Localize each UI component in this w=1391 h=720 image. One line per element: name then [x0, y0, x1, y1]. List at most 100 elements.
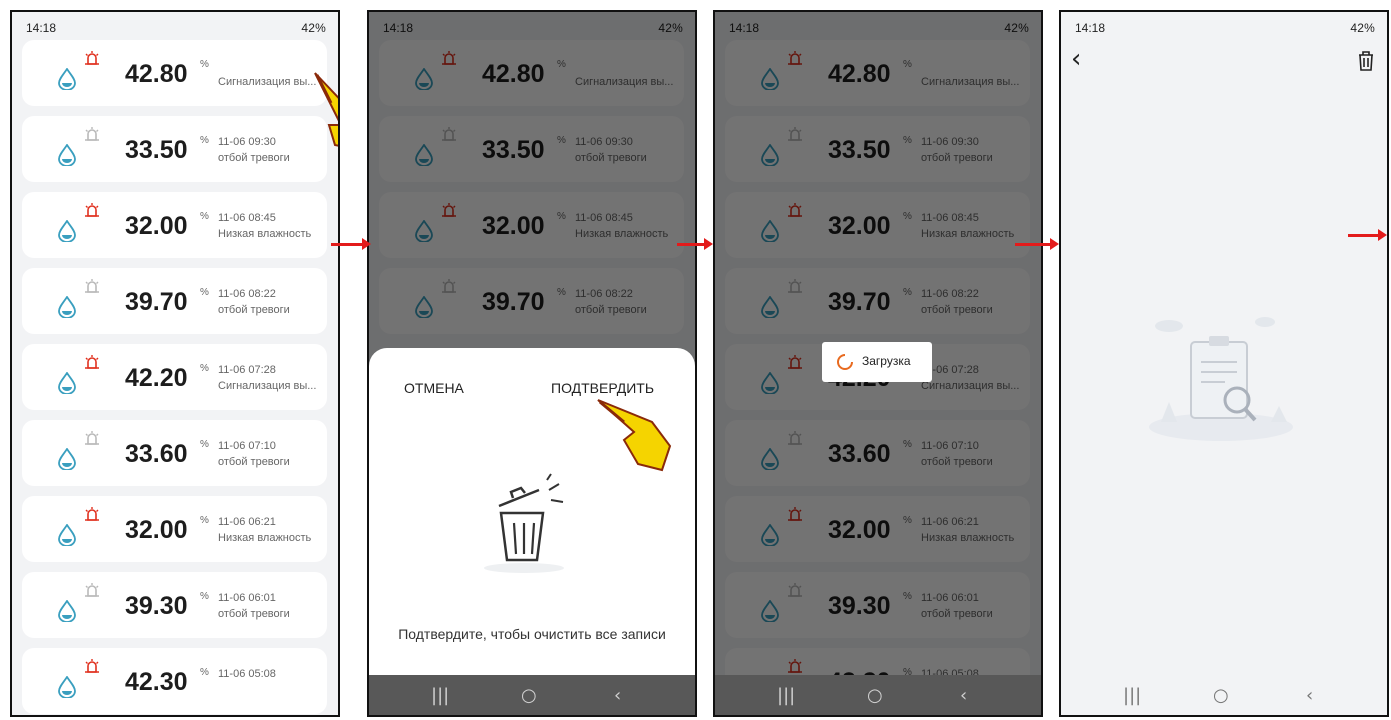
screen-empty: 14:18 42% ‹ ||| ○ ‹: [1059, 10, 1389, 717]
status-bar: 14:18 42%: [12, 12, 338, 42]
siren-icon: [85, 279, 99, 293]
record-card[interactable]: 33.50% 11-06 09:30 отбой тревоги: [22, 116, 327, 182]
pointing-hand-icon: [314, 72, 338, 147]
humidity-value: 32.00: [125, 516, 188, 544]
siren-icon: [85, 507, 99, 521]
record-card[interactable]: 42.30% 11-06 05:08: [22, 648, 327, 714]
loading-toast: Загрузка: [822, 342, 932, 382]
screen-loading: 14:18 42% ‹ 42.80%Сигнализация вы...33.5…: [713, 10, 1043, 717]
transition-arrow: [1015, 238, 1059, 250]
loading-text: Загрузка: [862, 354, 911, 368]
unit-label: %: [200, 439, 209, 450]
screen-confirm-dialog: 14:18 42% ‹ 42.80%Сигнализация вы...33.5…: [367, 10, 697, 717]
record-status: Низкая влажность: [218, 228, 312, 240]
humidity-value: 32.00: [125, 212, 188, 240]
battery-level: 42%: [1350, 21, 1375, 35]
water-drop-icon: [58, 524, 76, 546]
status-time: 14:18: [26, 21, 57, 35]
transition-arrow: [331, 238, 371, 250]
pointing-hand-icon: [597, 399, 672, 472]
unit-label: %: [200, 211, 209, 222]
siren-icon: [85, 431, 99, 445]
record-status: отбой тревоги: [218, 456, 290, 468]
record-list: 42.80% Сигнализация вы... 33.50% 11-06 09:3…: [12, 40, 338, 715]
siren-icon: [85, 355, 99, 369]
record-card[interactable]: 32.00% 11-06 08:45 Низкая влажность: [22, 192, 327, 258]
cancel-button[interactable]: ОТМЕНА: [404, 380, 464, 396]
record-date: 11-06 06:01: [218, 592, 276, 604]
record-date: 11-06 08:45: [218, 212, 276, 224]
unit-label: %: [200, 59, 209, 70]
humidity-value: 39.30: [125, 592, 188, 620]
siren-icon: [85, 203, 99, 217]
record-card[interactable]: 42.20% 11-06 07:28 Сигнализация вы...: [22, 344, 327, 410]
record-date: 11-06 07:28: [218, 364, 276, 376]
nav-back-icon[interactable]: ‹: [960, 685, 967, 706]
trash-illustration-icon: [484, 473, 564, 573]
spinner-icon: [837, 354, 853, 370]
confirm-message: Подтвердите, чтобы очистить все записи: [398, 626, 666, 642]
status-time: 14:18: [1075, 21, 1106, 35]
unit-label: %: [200, 363, 209, 374]
record-status: Низкая влажность: [218, 532, 312, 544]
status-bar: 14:18 42%: [1061, 12, 1387, 42]
trash-icon[interactable]: [1357, 50, 1375, 72]
siren-icon: [85, 127, 99, 141]
siren-icon: [85, 659, 99, 673]
record-status: Сигнализация вы...: [218, 76, 317, 88]
record-date: 11-06 05:08: [218, 668, 276, 680]
water-drop-icon: [58, 448, 76, 470]
home-icon[interactable]: ○: [1213, 685, 1229, 706]
water-drop-icon: [58, 676, 76, 698]
unit-label: %: [200, 667, 209, 678]
home-icon[interactable]: ○: [867, 685, 883, 706]
screen-history-list: 14:18 42% ‹ 42.80%Сигнализация вы...33.5…: [10, 10, 340, 717]
siren-icon: [85, 583, 99, 597]
record-date: 11-06 09:30: [218, 136, 276, 148]
record-date: 11-06 08:22: [218, 288, 276, 300]
humidity-value: 33.50: [125, 136, 188, 164]
empty-state-illustration-icon: [1149, 317, 1293, 441]
record-card[interactable]: 32.00% 11-06 06:21 Низкая влажность: [22, 496, 327, 562]
humidity-value: 42.20: [125, 364, 188, 392]
back-icon[interactable]: ‹: [1071, 46, 1081, 72]
top-bar: ‹: [1061, 42, 1387, 80]
unit-label: %: [200, 287, 209, 298]
nav-back-icon[interactable]: ‹: [614, 685, 621, 706]
water-drop-icon: [58, 144, 76, 166]
record-card[interactable]: 39.30% 11-06 06:01 отбой тревоги: [22, 572, 327, 638]
home-icon[interactable]: ○: [521, 685, 537, 706]
recents-icon[interactable]: |||: [1123, 685, 1141, 706]
record-status: отбой тревоги: [218, 304, 290, 316]
record-card[interactable]: 42.80% Сигнализация вы...: [22, 40, 327, 106]
water-drop-icon: [58, 372, 76, 394]
siren-icon: [85, 51, 99, 65]
system-nav-bar: ||| ○ ‹: [369, 675, 695, 715]
humidity-value: 39.70: [125, 288, 188, 316]
recents-icon[interactable]: |||: [431, 685, 449, 706]
humidity-value: 42.30: [125, 668, 188, 696]
humidity-value: 33.60: [125, 440, 188, 468]
record-status: отбой тревоги: [218, 608, 290, 620]
battery-level: 42%: [301, 21, 326, 35]
humidity-value: 42.80: [125, 60, 188, 88]
unit-label: %: [200, 515, 209, 526]
recents-icon[interactable]: |||: [777, 685, 795, 706]
record-date: 11-06 07:10: [218, 440, 276, 452]
transition-arrow: [1348, 229, 1387, 241]
nav-back-icon[interactable]: ‹: [1306, 685, 1313, 706]
record-status: Сигнализация вы...: [218, 380, 317, 392]
system-nav-bar: ||| ○ ‹: [715, 675, 1041, 715]
unit-label: %: [200, 591, 209, 602]
record-date: 11-06 06:21: [218, 516, 276, 528]
system-nav-bar: ||| ○ ‹: [1061, 675, 1387, 715]
water-drop-icon: [58, 220, 76, 242]
record-status: отбой тревоги: [218, 152, 290, 164]
record-card[interactable]: 39.70% 11-06 08:22 отбой тревоги: [22, 268, 327, 334]
unit-label: %: [200, 135, 209, 146]
record-card[interactable]: 33.60% 11-06 07:10 отбой тревоги: [22, 420, 327, 486]
transition-arrow: [677, 238, 713, 250]
water-drop-icon: [58, 600, 76, 622]
water-drop-icon: [58, 296, 76, 318]
water-drop-icon: [58, 68, 76, 90]
